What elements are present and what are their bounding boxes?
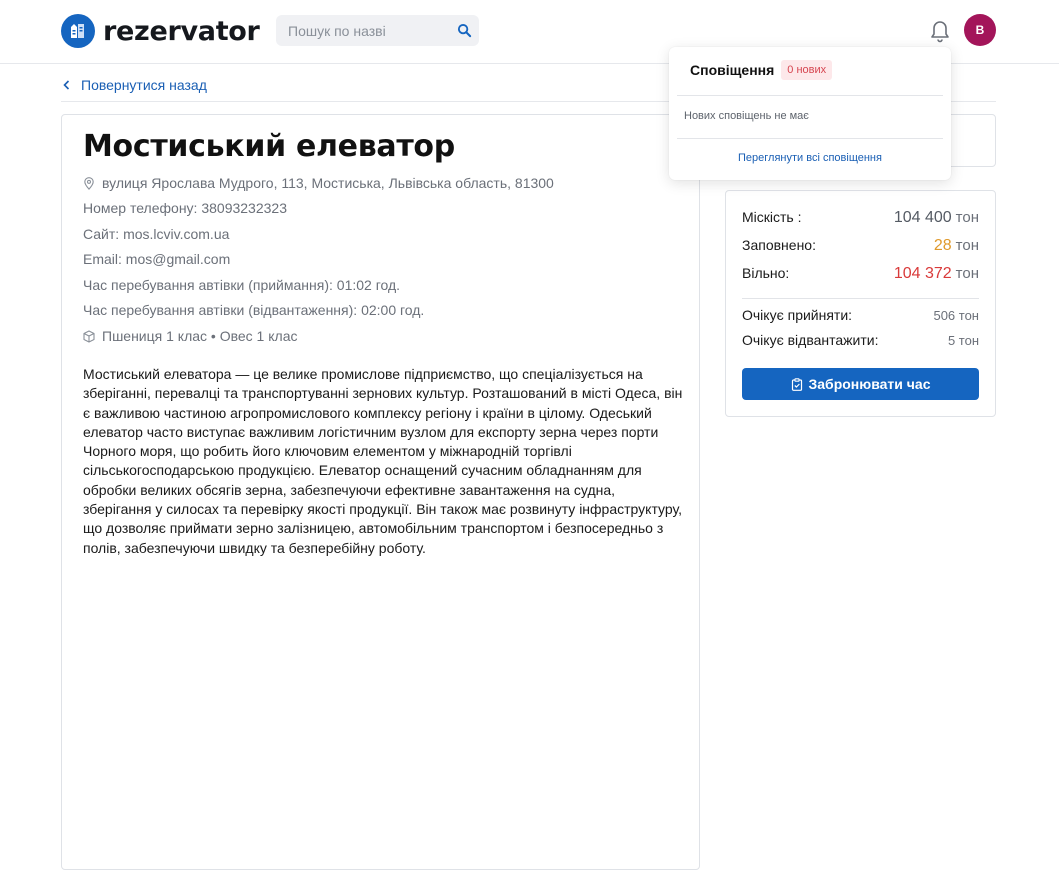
page-title: Мостиський елеватор xyxy=(83,129,455,164)
capacity-label: Міскість : xyxy=(742,209,802,225)
address-text: вулиця Ярослава Мудрого, 113, Мостиська,… xyxy=(102,175,554,191)
logo-text: rezervator xyxy=(103,15,260,47)
filled-unit: тон xyxy=(955,237,979,254)
capacity-unit: тон xyxy=(955,209,979,226)
receive-time-line: Час перебування автівки (приймання): 01:… xyxy=(83,277,401,293)
filled-row: Заповнено: 28 тон xyxy=(742,237,979,255)
notifications-divider xyxy=(677,138,943,139)
box-icon xyxy=(83,329,95,343)
capacity-card: Міскість : 104 400 тон Заповнено: 28 тон В… xyxy=(725,190,996,417)
capacity-divider xyxy=(742,298,979,299)
expect-ship-label: Очікує відвантажити: xyxy=(742,332,879,348)
notifications-empty-text: Нових сповіщень не має xyxy=(684,110,809,122)
free-row: Вільно: 104 372 тон xyxy=(742,265,979,283)
elevator-description: Мостиський елеватора — це велике промисл… xyxy=(83,366,683,556)
free-label: Вільно: xyxy=(742,265,790,281)
back-link-label: Повернутися назад xyxy=(81,77,207,93)
avatar[interactable]: В xyxy=(964,14,996,46)
chevron-left-icon xyxy=(63,80,70,90)
book-time-label: Забронювати час xyxy=(808,376,931,392)
free-value-group: 104 372 тон xyxy=(894,265,979,283)
clipboard-icon xyxy=(791,377,802,391)
notifications-divider xyxy=(677,95,943,96)
site-line: Сайт: mos.lcviv.com.ua xyxy=(83,226,230,242)
expect-receive-row: Очікує прийняти: 506 тон xyxy=(742,307,979,323)
expect-ship-row: Очікує відвантажити: 5 тон xyxy=(742,332,979,348)
expect-receive-label: Очікує прийняти: xyxy=(742,307,853,323)
crops-line: Пшениця 1 клас • Овес 1 клас xyxy=(83,328,297,344)
crops-text: Пшениця 1 клас • Овес 1 клас xyxy=(102,328,298,344)
avatar-initial: В xyxy=(975,23,985,37)
capacity-value-group: 104 400 тон xyxy=(894,209,979,227)
capacity-row: Міскість : 104 400 тон xyxy=(742,209,979,227)
capacity-value: 104 400 xyxy=(893,209,952,226)
free-value: 104 372 xyxy=(893,265,952,282)
notifications-count-badge: 0 нових xyxy=(781,60,833,80)
book-time-button[interactable]: Забронювати час xyxy=(742,368,979,400)
view-all-notifications-link[interactable]: Переглянути всі сповіщення xyxy=(669,152,951,164)
elevator-details-card: Мостиський елеватор вулиця Ярослава Мудр… xyxy=(61,114,700,870)
logo[interactable]: rezervator xyxy=(61,13,260,49)
filled-value: 28 xyxy=(933,237,952,254)
filled-value-group: 28 тон xyxy=(934,237,979,255)
map-pin-icon xyxy=(84,176,94,190)
notifications-title: Сповіщення xyxy=(690,62,775,78)
ship-time-line: Час перебування автівки (відвантаження):… xyxy=(83,302,425,318)
email-line: Email: mos@gmail.com xyxy=(83,251,231,267)
filled-label: Заповнено: xyxy=(742,237,816,253)
search-input[interactable] xyxy=(276,15,446,46)
notifications-dropdown: Сповіщення 0 нових Нових сповіщень не ма… xyxy=(669,47,951,180)
notifications-header: Сповіщення 0 нових xyxy=(690,60,833,80)
expect-receive-value: 506 тон xyxy=(933,308,979,323)
bell-icon[interactable] xyxy=(928,17,952,43)
phone-line: Номер телефону: 38093232323 xyxy=(83,200,287,216)
search-box xyxy=(276,15,479,46)
address-line: вулиця Ярослава Мудрого, 113, Мостиська,… xyxy=(83,175,554,191)
elevator-logo-icon xyxy=(61,14,95,48)
search-icon[interactable] xyxy=(457,23,472,38)
free-unit: тон xyxy=(955,265,979,282)
expect-ship-value: 5 тон xyxy=(947,333,979,348)
